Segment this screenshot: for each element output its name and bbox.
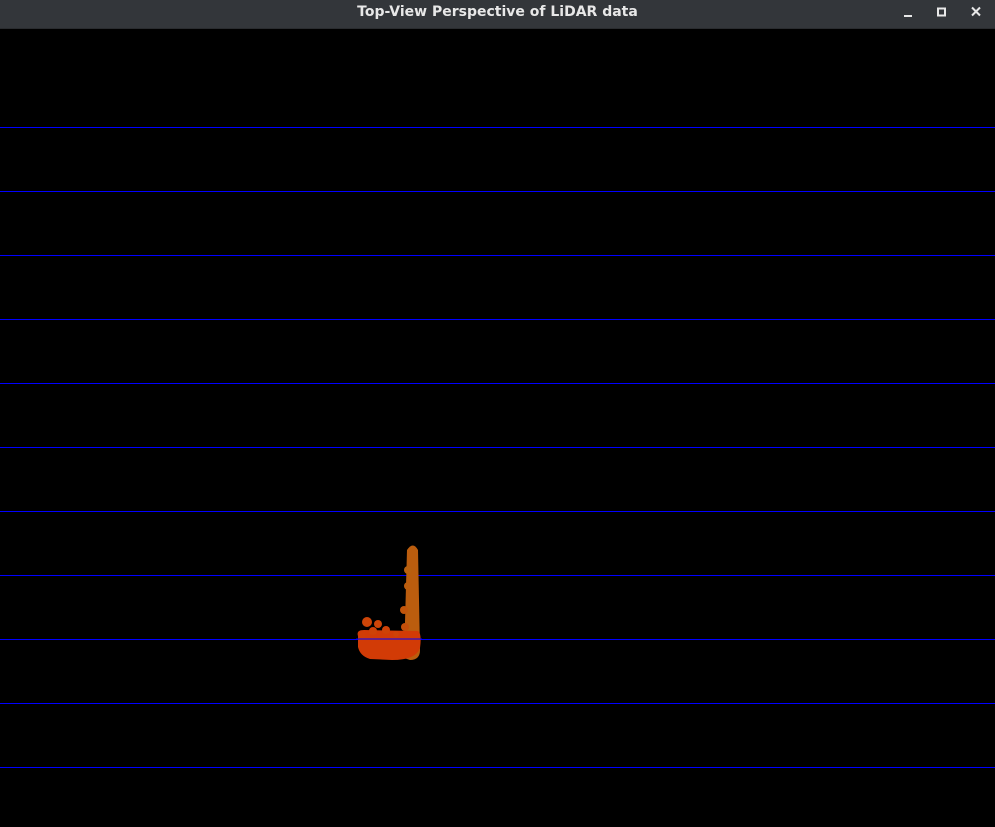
app-window: Top-View Perspective of LiDAR data bbox=[0, 0, 995, 827]
range-grid-lines bbox=[0, 127, 995, 768]
close-button[interactable] bbox=[968, 4, 986, 22]
minimize-button[interactable] bbox=[899, 4, 917, 22]
close-icon bbox=[971, 6, 981, 17]
point-cloud bbox=[356, 545, 422, 660]
object-base bbox=[357, 630, 421, 660]
lidar-canvas bbox=[0, 127, 995, 768]
lidar-viewport[interactable] bbox=[0, 30, 995, 827]
scatter-points bbox=[358, 566, 412, 640]
maximize-icon bbox=[937, 7, 946, 17]
title-bar[interactable]: Top-View Perspective of LiDAR data bbox=[0, 0, 995, 29]
minimize-icon bbox=[904, 15, 912, 17]
window-title: Top-View Perspective of LiDAR data bbox=[357, 4, 638, 20]
maximize-button[interactable] bbox=[933, 4, 951, 22]
